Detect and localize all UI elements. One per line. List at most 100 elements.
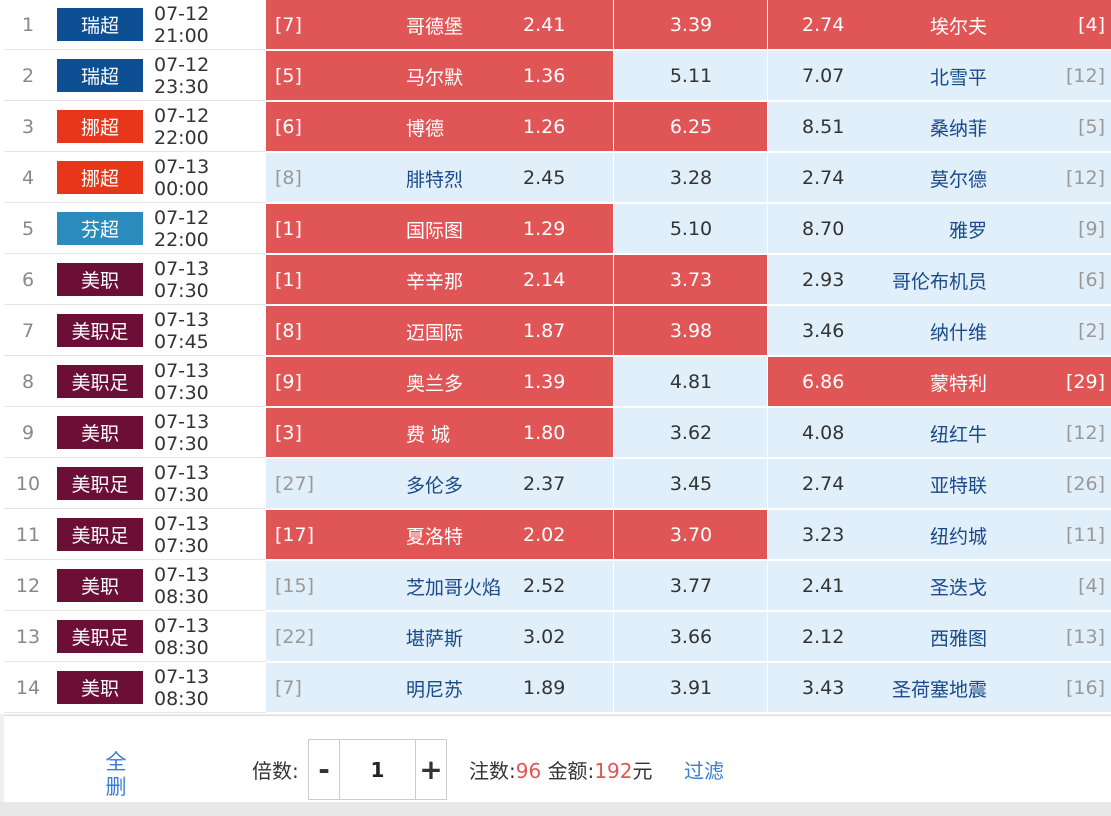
match-row: 13 美职足 07-13 08:30 [22] 堪萨斯 3.02 3.66 2.12 西雅图 [1… bbox=[0, 612, 1111, 663]
match-row: 14 美职 07-13 08:30 [7] 明尼苏 1.89 3.91 3.43 圣荷塞地震 [1… bbox=[0, 663, 1111, 714]
decrease-button[interactable]: - bbox=[309, 740, 340, 799]
home-rank: [27] bbox=[275, 473, 315, 495]
home-odds: 1.39 bbox=[523, 371, 566, 393]
league-badge: 瑞超 bbox=[57, 59, 143, 92]
league-badge: 挪超 bbox=[57, 161, 143, 194]
away-rank: [9] bbox=[1078, 218, 1105, 240]
league-cell: 挪超 bbox=[52, 153, 148, 203]
match-time: 07-12 21:00 bbox=[148, 0, 266, 50]
draw-odds: 5.10 bbox=[669, 218, 713, 240]
league-badge: 美职足 bbox=[57, 518, 143, 551]
bet-summary: 注数:96 金额:192元 bbox=[469, 755, 653, 784]
home-team: 博德 bbox=[406, 117, 445, 140]
row-index: 4 bbox=[4, 153, 52, 203]
league-badge: 美职足 bbox=[57, 467, 143, 500]
match-row: 12 美职 07-13 08:30 [15] 芝加哥火焰 2.52 3.77 2.41 圣迭戈 [… bbox=[0, 561, 1111, 612]
home-rank: [17] bbox=[275, 524, 315, 546]
draw-odds: 3.73 bbox=[669, 269, 713, 291]
away-odds: 4.08 bbox=[802, 422, 845, 444]
away-odds: 8.51 bbox=[802, 116, 845, 138]
amount-value: 192 bbox=[594, 759, 633, 783]
home-odds: 1.36 bbox=[523, 65, 566, 87]
home-team: 明尼苏 bbox=[406, 678, 464, 701]
league-badge: 美职 bbox=[57, 416, 143, 449]
row-index: 7 bbox=[4, 306, 52, 356]
away-team: 桑纳菲 bbox=[929, 117, 987, 140]
home-team: 迈国际 bbox=[406, 321, 464, 344]
away-odds: 2.12 bbox=[802, 626, 845, 648]
away-rank: [12] bbox=[1065, 65, 1105, 87]
filter-link[interactable]: 过滤 bbox=[684, 755, 724, 784]
draw-odds: 3.39 bbox=[669, 14, 713, 36]
league-badge: 美职 bbox=[57, 569, 143, 602]
row-index: 14 bbox=[4, 663, 52, 713]
league-cell: 美职足 bbox=[52, 357, 148, 407]
match-time: 07-13 07:30 bbox=[148, 357, 266, 407]
league-cell: 挪超 bbox=[52, 102, 148, 152]
match-row: 10 美职足 07-13 07:30 [27] 多伦多 2.37 3.45 2.74 亚特联 [2… bbox=[0, 459, 1111, 510]
league-badge: 美职 bbox=[57, 671, 143, 704]
home-rank: [9] bbox=[275, 371, 302, 393]
home-odds: 2.37 bbox=[523, 473, 566, 495]
away-rank: [11] bbox=[1065, 524, 1105, 546]
league-badge: 美职 bbox=[57, 263, 143, 296]
bets-count: 96 bbox=[515, 759, 542, 783]
home-team: 奥兰多 bbox=[406, 372, 464, 395]
home-rank: [15] bbox=[275, 575, 315, 597]
match-row: 2 瑞超 07-12 23:30 [5] 马尔默 1.36 5.11 7.07 北雪平 [12] bbox=[0, 51, 1111, 102]
home-team: 马尔默 bbox=[406, 66, 464, 89]
match-row: 9 美职 07-13 07:30 [3] 费 城 1.80 3.62 4.08 纽红牛 [12] bbox=[0, 408, 1111, 459]
match-row: 7 美职足 07-13 07:45 [8] 迈国际 1.87 3.98 3.46 纳什维 [2] bbox=[0, 306, 1111, 357]
home-team: 哥德堡 bbox=[406, 15, 464, 38]
match-time: 07-13 07:30 bbox=[148, 459, 266, 509]
home-rank: [3] bbox=[275, 422, 302, 444]
away-odds: 6.86 bbox=[802, 371, 845, 393]
multiplier-input[interactable]: 1 bbox=[340, 740, 415, 799]
row-index: 10 bbox=[4, 459, 52, 509]
away-team: 圣荷塞地震 bbox=[891, 678, 987, 701]
away-odds: 3.43 bbox=[802, 677, 845, 699]
draw-odds: 3.91 bbox=[669, 677, 713, 699]
match-time: 07-13 07:45 bbox=[148, 306, 266, 356]
home-odds: 1.29 bbox=[523, 218, 566, 240]
match-row: 5 芬超 07-12 22:00 [1] 国际图 1.29 5.10 8.70 雅罗 [9] bbox=[0, 204, 1111, 255]
draw-odds: 4.81 bbox=[669, 371, 713, 393]
row-index: 3 bbox=[4, 102, 52, 152]
away-rank: [29] bbox=[1065, 371, 1105, 393]
home-rank: [7] bbox=[275, 14, 302, 36]
match-time: 07-13 00:00 bbox=[148, 153, 266, 203]
away-rank: [2] bbox=[1078, 320, 1105, 342]
match-time: 07-13 08:30 bbox=[148, 612, 266, 662]
match-row: 8 美职足 07-13 07:30 [9] 奥兰多 1.39 4.81 6.86 蒙特利 [29] bbox=[0, 357, 1111, 408]
home-rank: [5] bbox=[275, 65, 302, 87]
home-team: 芝加哥火焰 bbox=[406, 576, 502, 599]
row-index: 13 bbox=[4, 612, 52, 662]
amount-unit: 元 bbox=[632, 759, 653, 783]
away-odds: 8.70 bbox=[802, 218, 845, 240]
delete-all-button[interactable]: 全删 bbox=[104, 750, 128, 800]
row-index: 8 bbox=[4, 357, 52, 407]
league-cell: 美职足 bbox=[52, 306, 148, 356]
away-rank: [6] bbox=[1078, 269, 1105, 291]
league-cell: 瑞超 bbox=[52, 0, 148, 50]
league-cell: 美职足 bbox=[52, 510, 148, 560]
home-team: 腓特烈 bbox=[406, 168, 464, 191]
row-index: 12 bbox=[4, 561, 52, 611]
draw-odds: 5.11 bbox=[669, 65, 713, 87]
league-badge: 芬超 bbox=[57, 212, 143, 245]
match-row: 6 美职 07-13 07:30 [1] 辛辛那 2.14 3.73 2.93 哥伦布机员 [6] bbox=[0, 255, 1111, 306]
league-cell: 美职 bbox=[52, 408, 148, 458]
league-cell: 美职足 bbox=[52, 612, 148, 662]
away-team: 纳什维 bbox=[929, 321, 987, 344]
away-team: 哥伦布机员 bbox=[891, 270, 987, 293]
home-team: 辛辛那 bbox=[406, 270, 464, 293]
away-team: 北雪平 bbox=[929, 66, 987, 89]
home-team: 国际图 bbox=[406, 219, 464, 242]
row-index: 1 bbox=[4, 0, 52, 50]
home-odds: 2.14 bbox=[523, 269, 566, 291]
multiplier-stepper: - 1 + bbox=[308, 739, 447, 800]
draw-odds: 3.70 bbox=[669, 524, 713, 546]
league-cell: 美职足 bbox=[52, 459, 148, 509]
draw-odds: 3.66 bbox=[669, 626, 713, 648]
increase-button[interactable]: + bbox=[415, 740, 446, 799]
